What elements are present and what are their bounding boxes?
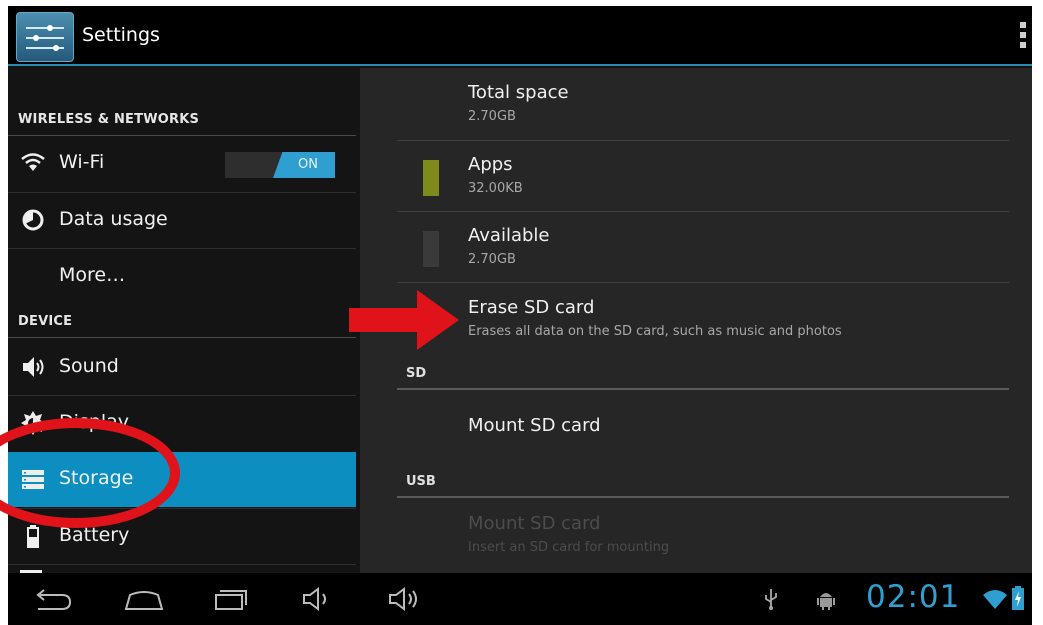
toggle-state: ON <box>298 157 318 172</box>
sidebar-item-sound[interactable]: Sound <box>8 340 356 395</box>
usb-icon <box>765 589 777 610</box>
home-icon[interactable] <box>120 583 168 615</box>
wifi-toggle[interactable]: ON <box>225 152 335 178</box>
storage-detail-pane: Total space 2.70GB Apps 32.00KB Availabl… <box>360 68 1032 573</box>
battery-charging-icon <box>1012 586 1024 610</box>
divider <box>397 282 1009 283</box>
sidebar-item-wifi[interactable]: Wi-Fi ON <box>8 136 356 191</box>
divider <box>397 140 1009 141</box>
section-header-usb: USB <box>406 474 436 489</box>
available-title: Available <box>468 225 550 246</box>
total-space-title: Total space <box>468 82 569 103</box>
wifi-signal-icon <box>983 590 1007 609</box>
total-space-value: 2.70GB <box>468 109 516 124</box>
section-divider <box>8 337 356 338</box>
mount-usb-title: Mount SD card <box>468 513 601 534</box>
erase-sd-summary: Erases all data on the SD card, such as … <box>468 324 842 339</box>
section-header-device: DEVICE <box>18 314 73 329</box>
apps-title: Apps <box>468 154 513 175</box>
battery-icon <box>27 525 39 548</box>
speaker-icon <box>23 357 44 377</box>
recent-apps-icon[interactable] <box>208 583 254 615</box>
system-nav-bar: 02:01 <box>8 573 1032 625</box>
android-debug-icon <box>817 593 835 610</box>
volume-up-icon[interactable] <box>384 583 428 615</box>
section-divider <box>397 388 1009 390</box>
back-icon[interactable] <box>30 583 76 615</box>
mount-sd-title: Mount SD card <box>468 415 601 436</box>
section-header-sd: SD <box>406 366 427 381</box>
settings-sliders-icon[interactable] <box>16 12 74 62</box>
sidebar-item-label: Data usage <box>59 208 168 230</box>
wifi-icon <box>21 153 45 171</box>
apps-color-swatch <box>423 160 439 196</box>
divider <box>397 211 1009 212</box>
sidebar-item-label: More… <box>59 264 126 286</box>
action-bar: Settings <box>8 6 1032 66</box>
status-clock: 02:01 <box>866 579 961 615</box>
divider <box>8 564 356 565</box>
mount-usb-summary: Insert an SD card for mounting <box>468 540 670 555</box>
volume-down-icon[interactable] <box>298 583 338 615</box>
section-divider <box>397 496 1009 498</box>
annotation-arrow-icon <box>349 290 459 350</box>
section-header-wireless: WIRELESS & NETWORKS <box>18 112 200 127</box>
available-color-swatch <box>423 231 439 267</box>
apps-value: 32.00KB <box>468 181 523 196</box>
sidebar-item-label: Sound <box>59 355 119 377</box>
data-usage-icon <box>22 209 44 231</box>
sidebar-item-more[interactable]: More… <box>8 249 356 304</box>
available-value: 2.70GB <box>468 252 516 267</box>
app-title: Settings <box>82 24 160 46</box>
erase-sd-title: Erase SD card <box>468 297 595 318</box>
overflow-menu-icon[interactable] <box>1018 22 1028 50</box>
sidebar-item-label: Wi-Fi <box>59 151 105 173</box>
sidebar-item-data-usage[interactable]: Data usage <box>8 193 356 248</box>
